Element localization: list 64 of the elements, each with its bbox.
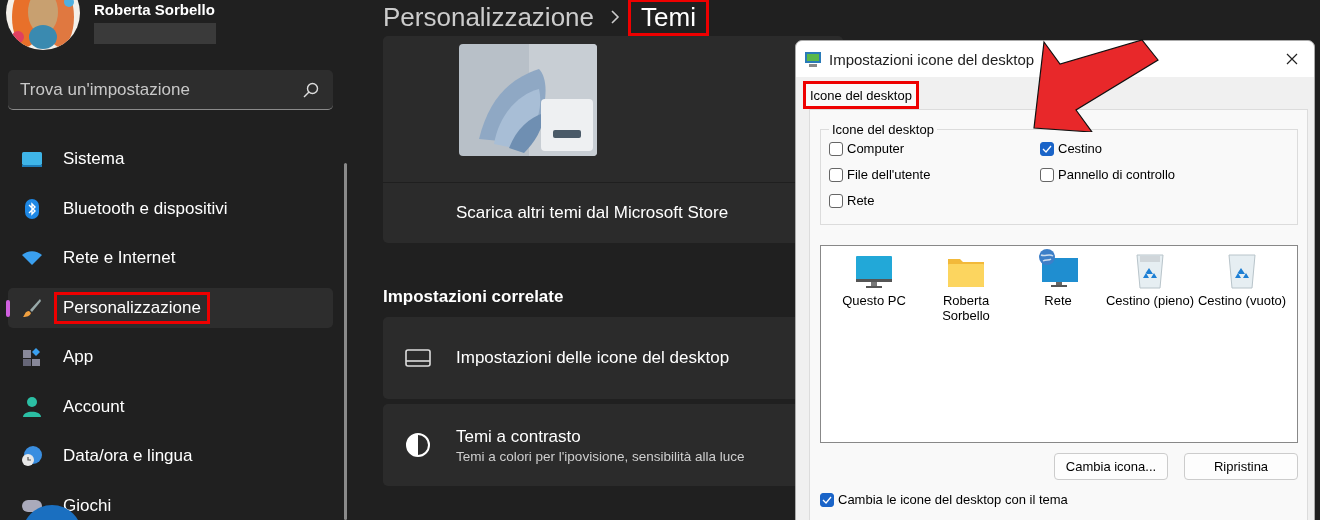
monitor-icon [855, 255, 893, 289]
person-icon [22, 395, 42, 418]
bluetooth-icon [24, 197, 40, 220]
tab[interactable]: Icone del desktop [803, 81, 919, 109]
globe-clock-icon [21, 445, 43, 467]
sidebar-item-label: Account [62, 395, 126, 418]
sidebar-item[interactable]: Account [8, 386, 333, 427]
selection-indicator [6, 299, 10, 317]
user-name: Roberta Sorbello [94, 1, 216, 18]
checkbox-label: Rete [847, 193, 875, 208]
search-field[interactable]: Trova un'impostazione [8, 70, 333, 110]
icon-label[interactable]: Cestino (pieno) [1105, 293, 1195, 308]
breadcrumb-item[interactable]: Personalizzazione [383, 1, 594, 33]
checkbox-label: Cestino [1058, 141, 1103, 156]
sidebar-item-label: Personalizzazione [54, 291, 210, 324]
checkbox[interactable] [829, 141, 843, 156]
group-label: Icone del desktop [831, 122, 935, 137]
sidebar-item-label: App [62, 346, 95, 368]
sidebar-item-label: Data/ora e lingua [62, 445, 194, 467]
search-icon [303, 82, 319, 98]
sidebar-item-label: Sistema [62, 148, 126, 170]
checkbox[interactable] [829, 167, 843, 182]
icon-label[interactable]: Questo PC [842, 293, 906, 308]
sidebar-item-label: Giochi [62, 494, 113, 517]
dialog-button[interactable]: Cambia icona... [1054, 453, 1168, 480]
sidebar-item[interactable]: Rete e Internet [8, 238, 333, 278]
recycle-bin-icon [1135, 251, 1165, 289]
row-subtitle: Temi a colori per l'ipovisione, sensibilità alla luce [456, 448, 745, 464]
close-icon [1286, 53, 1298, 65]
recycle-bin-icon [1227, 251, 1257, 289]
checkbox-label: File dell'utente [847, 167, 931, 182]
row-title: Impostazioni delle icone del desktop [456, 348, 730, 368]
checkbox-label: Computer [847, 141, 905, 156]
laptop-icon [405, 348, 431, 368]
network-computer-icon [1037, 249, 1079, 289]
checkbox[interactable] [829, 193, 843, 208]
sidebar-item-label: Bluetooth e dispositivi [62, 197, 229, 220]
checkbox[interactable] [1040, 141, 1054, 156]
checkbox[interactable] [820, 492, 834, 507]
sidebar-item-label: Rete e Internet [62, 247, 177, 269]
sidebar-item[interactable]: Data/ora e lingua [8, 436, 333, 476]
brush-icon [22, 297, 42, 318]
monitor-icon [21, 150, 43, 168]
icon-label[interactable]: Roberta Sorbello [920, 293, 1012, 323]
wifi-icon [21, 250, 43, 266]
sidebar-item[interactable]: Giochi [8, 485, 333, 520]
checkbox-label: Pannello di controllo [1058, 167, 1176, 182]
contrast-icon [405, 432, 431, 458]
icon-label[interactable]: Cestino (vuoto) [1197, 293, 1287, 308]
dialog-button[interactable]: Ripristina [1184, 453, 1298, 480]
checkbox[interactable] [1040, 167, 1054, 182]
chevron-icon [610, 10, 620, 24]
sidebar-item[interactable]: Personalizzazione [8, 287, 333, 328]
monitor-icon [804, 50, 822, 68]
icon-label[interactable]: Rete [1044, 293, 1072, 308]
sidebar-item[interactable]: App [8, 337, 333, 377]
checkbox-label: Cambia le icone del desktop con il tema [838, 492, 1068, 507]
sidebar-item[interactable]: Sistema [8, 139, 333, 179]
sidebar-item[interactable]: Bluetooth e dispositivi [8, 188, 333, 229]
apps-icon [22, 347, 42, 367]
row-title: Temi a contrasto [456, 426, 582, 447]
window-title: Impostazioni icone del desktop [829, 50, 1036, 68]
section-heading: Impostazioni correlate [383, 287, 564, 307]
gamepad-icon [21, 497, 43, 514]
